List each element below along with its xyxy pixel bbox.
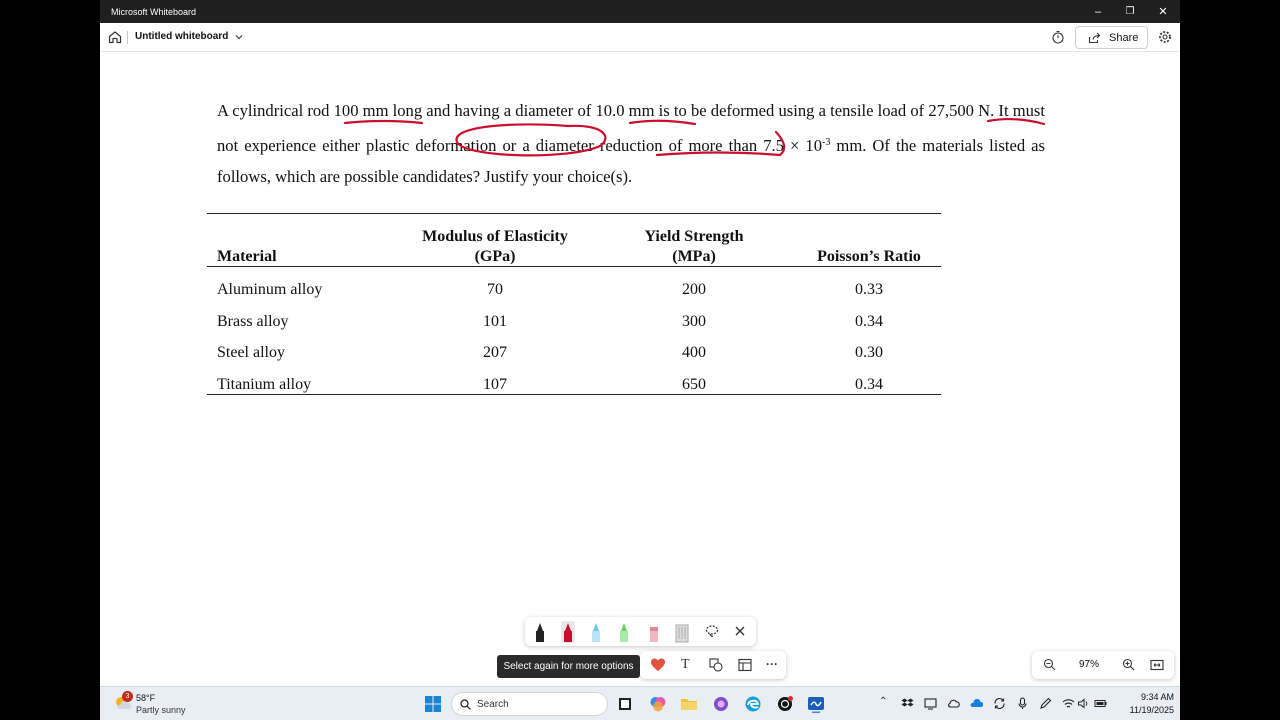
- share-button[interactable]: Share: [1075, 26, 1148, 49]
- header-yield-line1: Yield Strength: [644, 228, 744, 245]
- zoom-out-icon[interactable]: [1043, 658, 1056, 671]
- sync-icon[interactable]: [993, 697, 1006, 710]
- home-icon[interactable]: [107, 29, 123, 45]
- search-icon: [460, 699, 471, 710]
- main-toolbar: T ···: [640, 651, 786, 679]
- zoom-toolbar: 97%: [1032, 651, 1174, 679]
- microphone-icon[interactable]: [1016, 697, 1029, 710]
- cell-yield: 300: [682, 313, 706, 330]
- text-tool-icon[interactable]: T: [681, 657, 690, 673]
- lasso-icon[interactable]: [704, 623, 720, 639]
- search-label: Search: [477, 698, 509, 710]
- zoom-in-icon[interactable]: [1122, 658, 1135, 671]
- clock-time: 9:34 AM: [1140, 692, 1174, 702]
- cell-poisson: 0.34: [855, 313, 883, 330]
- problem-statement: A cylindrical rod 100 mm long and having…: [217, 95, 1045, 193]
- header-modulus: Modulus of Elasticity (GPa): [395, 227, 595, 267]
- task-view-icon[interactable]: [616, 695, 634, 713]
- app-title: Microsoft Whiteboard: [111, 6, 197, 17]
- cell-poisson: 0.30: [855, 344, 883, 361]
- taskbar-search[interactable]: Search: [451, 692, 608, 716]
- header-yield: Yield Strength (MPa): [614, 227, 774, 267]
- cell-yield: 400: [682, 344, 706, 361]
- cell-material: Aluminum alloy: [217, 281, 323, 298]
- pen-toolbar: [525, 617, 756, 646]
- share-label: Share: [1109, 31, 1139, 44]
- show-hidden-icons-chevron-icon[interactable]: ⌃: [879, 696, 887, 707]
- eraser-icon[interactable]: [647, 621, 661, 643]
- copilot-icon[interactable]: [649, 695, 667, 713]
- header-poisson: Poisson’s Ratio: [817, 248, 921, 265]
- red-pen-icon[interactable]: [561, 621, 575, 643]
- blue-highlighter-icon[interactable]: [589, 621, 603, 643]
- more-options-icon[interactable]: ···: [766, 657, 778, 671]
- volume-icon[interactable]: [1077, 697, 1090, 710]
- whiteboard-window: Microsoft Whiteboard – ❐ ✕ Untitled whit…: [100, 0, 1180, 720]
- whiteboard-taskbar-icon[interactable]: [807, 695, 825, 713]
- chatgpt-icon[interactable]: [776, 695, 794, 713]
- clock-date: 11/19/2025: [1129, 705, 1174, 715]
- header-modulus-line2: (GPa): [474, 248, 516, 265]
- windows-start-icon[interactable]: [424, 695, 442, 713]
- pen-tooltip: Select again for more options: [497, 655, 640, 678]
- header-yield-line2: (MPa): [672, 248, 716, 265]
- zoom-level[interactable]: 97%: [1079, 659, 1099, 670]
- restore-button[interactable]: ❐: [1113, 0, 1147, 23]
- cell-yield: 650: [682, 376, 706, 393]
- battery-icon[interactable]: [1094, 697, 1107, 710]
- system-clock[interactable]: 9:34 AM 11/19/2025: [1114, 691, 1174, 717]
- reactions-heart-icon[interactable]: [650, 657, 666, 673]
- share-icon: [1088, 32, 1101, 43]
- table-top-rule: [207, 213, 941, 214]
- taskbar: 3 58°F Partly sunny Search ⌃ 9:34 AM 11/…: [100, 686, 1180, 720]
- cloud-icon[interactable]: [947, 697, 960, 710]
- app-header: Untitled whiteboard Share: [100, 23, 1180, 52]
- minimize-button[interactable]: –: [1081, 0, 1115, 23]
- green-highlighter-icon[interactable]: [617, 621, 631, 643]
- cell-modulus: 101: [483, 313, 507, 330]
- cell-modulus: 70: [487, 281, 503, 298]
- weather-condition: Partly sunny: [136, 705, 186, 715]
- black-pen-icon[interactable]: [533, 621, 547, 643]
- header-material: Material: [217, 248, 277, 265]
- cell-material: Titanium alloy: [217, 376, 312, 393]
- file-explorer-icon[interactable]: [680, 695, 698, 713]
- cell-material: Steel alloy: [217, 344, 285, 361]
- close-tray-icon[interactable]: [732, 623, 748, 639]
- pen-menu-icon[interactable]: [1039, 697, 1052, 710]
- chevron-down-icon[interactable]: [234, 32, 244, 42]
- fit-to-screen-icon[interactable]: [1150, 659, 1164, 671]
- title-bar: Microsoft Whiteboard: [100, 0, 1180, 23]
- weather-badge: 3: [122, 691, 133, 702]
- header-divider: [127, 31, 128, 44]
- ruler-icon[interactable]: [675, 621, 689, 643]
- cell-material: Brass alloy: [217, 313, 289, 330]
- cell-modulus: 107: [483, 376, 507, 393]
- cell-modulus: 207: [483, 344, 507, 361]
- wifi-icon[interactable]: [1062, 697, 1075, 710]
- templates-icon[interactable]: [738, 658, 752, 672]
- dropbox-icon[interactable]: [901, 697, 914, 710]
- shapes-icon[interactable]: [709, 658, 723, 672]
- edge-icon[interactable]: [744, 695, 762, 713]
- app-icon[interactable]: [712, 695, 730, 713]
- weather-widget[interactable]: 3 58°F Partly sunny: [113, 690, 203, 718]
- close-button[interactable]: ✕: [1146, 0, 1180, 23]
- timer-icon[interactable]: [1051, 30, 1065, 44]
- header-modulus-line1: Modulus of Elasticity: [422, 228, 568, 245]
- gear-icon[interactable]: [1158, 30, 1172, 44]
- onedrive-icon[interactable]: [970, 697, 983, 710]
- document-title[interactable]: Untitled whiteboard: [135, 31, 228, 42]
- cell-poisson: 0.34: [855, 376, 883, 393]
- cell-yield: 200: [682, 281, 706, 298]
- display-icon[interactable]: [924, 697, 937, 710]
- weather-temperature: 58°F: [136, 693, 156, 703]
- cell-poisson: 0.33: [855, 281, 883, 298]
